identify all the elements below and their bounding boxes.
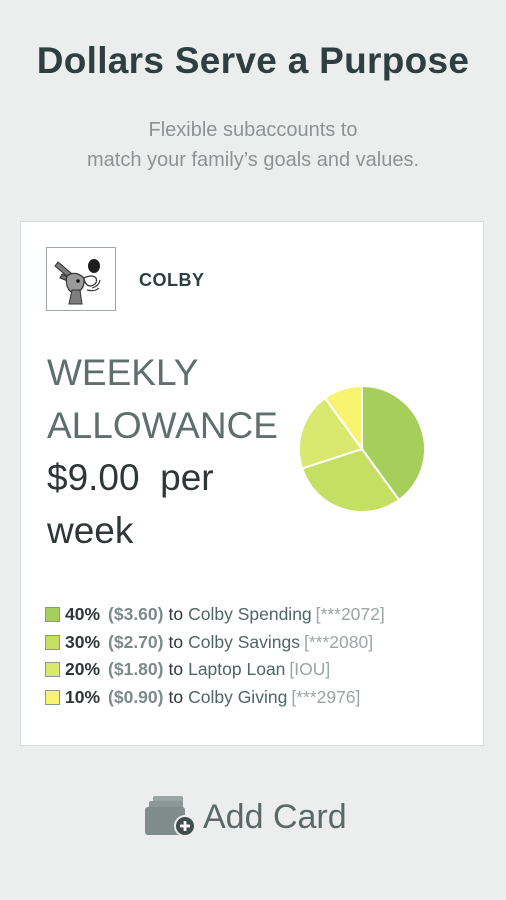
legend-row: 30% ($2.70) to Colby Savings [***2080] — [45, 629, 477, 657]
avatar[interactable] — [46, 247, 116, 311]
legend-percent: 40% — [65, 604, 101, 624]
legend-row: 10% ($0.90) to Colby Giving [***2976] — [45, 684, 477, 712]
allowance-title-line-2: ALLOWANCE — [47, 405, 278, 446]
legend-target-name: Laptop Loan — [188, 659, 286, 679]
legend-swatch — [45, 607, 60, 622]
legend-amount: ($2.70) — [108, 631, 164, 652]
allowance-title-line-1: WEEKLY — [47, 352, 199, 393]
add-card-button[interactable]: Add Card — [145, 793, 347, 841]
legend-percent: 30% — [65, 631, 101, 652]
legend-target-name: Colby Savings — [188, 631, 300, 652]
legend-swatch — [45, 689, 60, 705]
allocation-legend: 40% ($3.60) to Colby Spending [***2072] 30% ($… — [45, 601, 477, 711]
legend-account: [***2072] — [315, 604, 385, 624]
allowance-amount: $9.00 per week — [47, 451, 287, 557]
allowance-amount-line-2: week — [47, 510, 134, 551]
legend-to-text: to — [168, 604, 184, 624]
add-card-icon — [145, 795, 199, 839]
legend-amount: ($1.80) — [108, 659, 164, 679]
subtitle-line-1: Flexible subaccounts to — [148, 119, 358, 141]
allowance-amount-line-1: $9.00 per — [47, 457, 214, 498]
subtitle-line-2: match your family’s goals and values. — [86, 149, 419, 171]
legend-to-text: to — [168, 686, 184, 707]
allocation-pie-chart — [297, 384, 427, 514]
legend-row: 20% ($1.80) to Laptop Loan [IOU] — [45, 656, 477, 684]
legend-account: [***2080] — [303, 631, 374, 652]
legend-to-text: to — [168, 631, 184, 652]
legend-target-name: Colby Spending — [188, 604, 312, 624]
legend-swatch — [45, 634, 60, 650]
account-owner-name: COLBY — [139, 270, 205, 290]
legend-amount: ($3.60) — [108, 604, 164, 624]
legend-account: [***2976] — [291, 686, 361, 707]
legend-row: 40% ($3.60) to Colby Spending [***2072] — [45, 601, 477, 629]
add-card-label: Add Card — [203, 797, 347, 836]
legend-percent: 20% — [65, 659, 101, 679]
legend-target-name: Colby Giving — [188, 686, 288, 707]
donkey-icon — [54, 259, 101, 305]
legend-percent: 10% — [65, 686, 101, 707]
page-subtitle: Flexible subaccounts to match your famil… — [0, 115, 506, 175]
legend-to-text: to — [168, 659, 184, 679]
legend-amount: ($0.90) — [108, 686, 164, 707]
page-title: Dollars Serve a Purpose — [36, 40, 470, 81]
allowance-title: WEEKLY ALLOWANCE — [47, 346, 287, 452]
allowance-card[interactable]: COLBY WEEKLY ALLOWANCE $9.00 per week 40… — [20, 221, 484, 746]
legend-account: [IOU] — [289, 659, 331, 679]
legend-swatch — [45, 662, 60, 677]
